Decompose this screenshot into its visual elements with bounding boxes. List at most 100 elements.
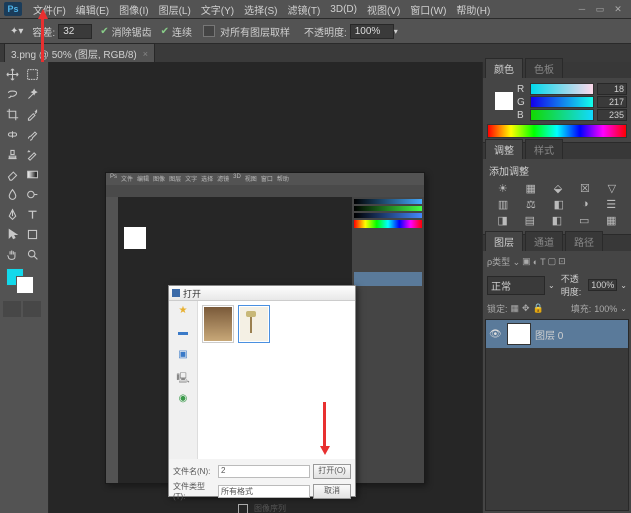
type-tool[interactable] — [23, 205, 41, 223]
g-slider[interactable] — [530, 96, 594, 108]
layer-thumb[interactable] — [507, 323, 531, 345]
lasso-tool[interactable] — [3, 85, 21, 103]
eraser-tool[interactable] — [3, 165, 21, 183]
selective-icon[interactable]: ▦ — [606, 214, 616, 227]
menu-window[interactable]: 窗口(W) — [405, 2, 451, 17]
layer-fill[interactable]: 100% — [594, 304, 617, 314]
layer-list[interactable]: 👁 图层 0 — [485, 319, 629, 511]
styles-tab[interactable]: 样式 — [525, 139, 563, 159]
background-swatch[interactable] — [16, 276, 34, 294]
recent-icon[interactable]: ★ — [176, 305, 190, 319]
gradient-tool[interactable] — [23, 165, 41, 183]
magic-wand-tool[interactable] — [23, 85, 41, 103]
b-slider[interactable] — [530, 109, 594, 121]
desktop-icon[interactable]: ▬ — [176, 327, 190, 341]
file-browser[interactable] — [198, 301, 355, 459]
color-bg-swatch[interactable] — [495, 92, 513, 110]
hue-icon[interactable]: ▥ — [498, 198, 508, 211]
mixer-icon[interactable]: ☰ — [606, 198, 616, 211]
sequence-checkbox[interactable] — [238, 504, 248, 513]
quickmask-icon[interactable] — [3, 301, 21, 317]
blend-mode[interactable]: 正常 — [487, 276, 545, 295]
cancel-button[interactable]: 取消 — [313, 484, 351, 499]
color-swatches[interactable] — [2, 268, 42, 298]
visibility-icon[interactable]: 👁 — [489, 329, 503, 340]
bw-icon[interactable]: ◧ — [554, 198, 564, 211]
curves-icon[interactable]: ⬙ — [554, 182, 562, 195]
menu-image[interactable]: 图像(I) — [114, 2, 153, 17]
zoom-tool[interactable] — [23, 245, 41, 263]
adjust-tab[interactable]: 调整 — [485, 139, 523, 159]
layers-tab[interactable]: 图层 — [485, 231, 523, 251]
brush-tool[interactable] — [23, 125, 41, 143]
invert-icon[interactable]: ◨ — [497, 214, 507, 227]
window-minimize-icon[interactable]: ─ — [575, 4, 589, 14]
path-select-tool[interactable] — [3, 225, 21, 243]
gradmap-icon[interactable]: ▭ — [579, 214, 589, 227]
brightness-icon[interactable]: ☀ — [498, 182, 508, 195]
eyedropper-tool[interactable] — [23, 105, 41, 123]
layer-row[interactable]: 👁 图层 0 — [486, 320, 628, 348]
document-tab[interactable]: 3.png @ 50% (图层, RGB/8) × — [4, 43, 155, 63]
menu-file[interactable]: 文件(F) — [28, 2, 71, 17]
menu-edit[interactable]: 编辑(E) — [71, 2, 114, 17]
menu-select[interactable]: 选择(S) — [239, 2, 282, 17]
file-thumb-1[interactable] — [202, 305, 234, 343]
hand-tool[interactable] — [3, 245, 21, 263]
open-button[interactable]: 打开(O) — [313, 464, 351, 479]
blur-tool[interactable] — [3, 185, 21, 203]
lock-pixels-icon[interactable]: ▦ — [511, 303, 520, 314]
opacity-field[interactable]: 100% — [350, 24, 394, 39]
menu-3d[interactable]: 3D(D) — [325, 4, 362, 15]
tolerance-field[interactable]: 32 — [58, 24, 92, 39]
tab-close-icon[interactable]: × — [143, 49, 148, 59]
move-tool[interactable] — [3, 65, 21, 83]
dialog-titlebar[interactable]: 打开 — [169, 286, 355, 301]
swatches-tab[interactable]: 色板 — [525, 58, 563, 78]
layer-name[interactable]: 图层 0 — [535, 327, 563, 342]
color-tab[interactable]: 颜色 — [485, 58, 523, 78]
lock-all-icon[interactable]: 🔒 — [533, 303, 544, 314]
threshold-icon[interactable]: ◧ — [552, 214, 562, 227]
computer-icon[interactable]: 🖳 — [176, 371, 190, 385]
tool-preset-icon[interactable]: ✦▾ — [10, 26, 23, 37]
g-value[interactable]: 217 — [597, 96, 627, 108]
antialias-checkbox[interactable]: 消除锯齿 — [112, 24, 152, 39]
lock-position-icon[interactable]: ✥ — [522, 303, 530, 314]
filetype-field[interactable]: 所有格式 — [218, 485, 310, 498]
photo-filter-icon[interactable]: ◑ — [582, 198, 589, 211]
vibrance-icon[interactable]: ▽ — [608, 182, 616, 195]
screenmode-icon[interactable] — [23, 301, 41, 317]
levels-icon[interactable]: ▦ — [526, 182, 536, 195]
menu-view[interactable]: 视图(V) — [362, 2, 405, 17]
dodge-tool[interactable] — [23, 185, 41, 203]
poster-icon[interactable]: ▤ — [525, 214, 535, 227]
menu-filter[interactable]: 滤镜(T) — [283, 2, 326, 17]
menu-layer[interactable]: 图层(L) — [154, 2, 196, 17]
paths-tab[interactable]: 路径 — [565, 231, 603, 251]
marquee-tool[interactable] — [23, 65, 41, 83]
stamp-tool[interactable] — [3, 145, 21, 163]
channels-tab[interactable]: 通道 — [525, 231, 563, 251]
r-value[interactable]: 18 — [597, 83, 627, 95]
all-layers-checkbox[interactable] — [203, 25, 215, 37]
history-brush-tool[interactable] — [23, 145, 41, 163]
file-thumb-2[interactable] — [238, 305, 270, 343]
window-restore-icon[interactable]: ▭ — [593, 4, 607, 14]
balance-icon[interactable]: ⚖ — [526, 198, 536, 211]
canvas-area[interactable]: GX 网 Ps文件编辑图像图层文字选择滤镜3D视图窗口帮助 打开 — [49, 62, 482, 513]
libraries-icon[interactable]: ▣ — [176, 349, 190, 363]
shape-tool[interactable] — [23, 225, 41, 243]
menu-type[interactable]: 文字(Y) — [196, 2, 239, 17]
heal-tool[interactable] — [3, 125, 21, 143]
menu-help[interactable]: 帮助(H) — [451, 2, 495, 17]
contiguous-checkbox[interactable]: 连续 — [172, 24, 192, 39]
pen-tool[interactable] — [3, 205, 21, 223]
layer-opacity[interactable]: 100% — [588, 279, 617, 291]
crop-tool[interactable] — [3, 105, 21, 123]
b-value[interactable]: 235 — [597, 109, 627, 121]
exposure-icon[interactable]: ☒ — [580, 182, 590, 195]
spectrum-bar[interactable] — [487, 124, 627, 138]
window-close-icon[interactable]: ✕ — [611, 4, 625, 14]
r-slider[interactable] — [530, 83, 594, 95]
